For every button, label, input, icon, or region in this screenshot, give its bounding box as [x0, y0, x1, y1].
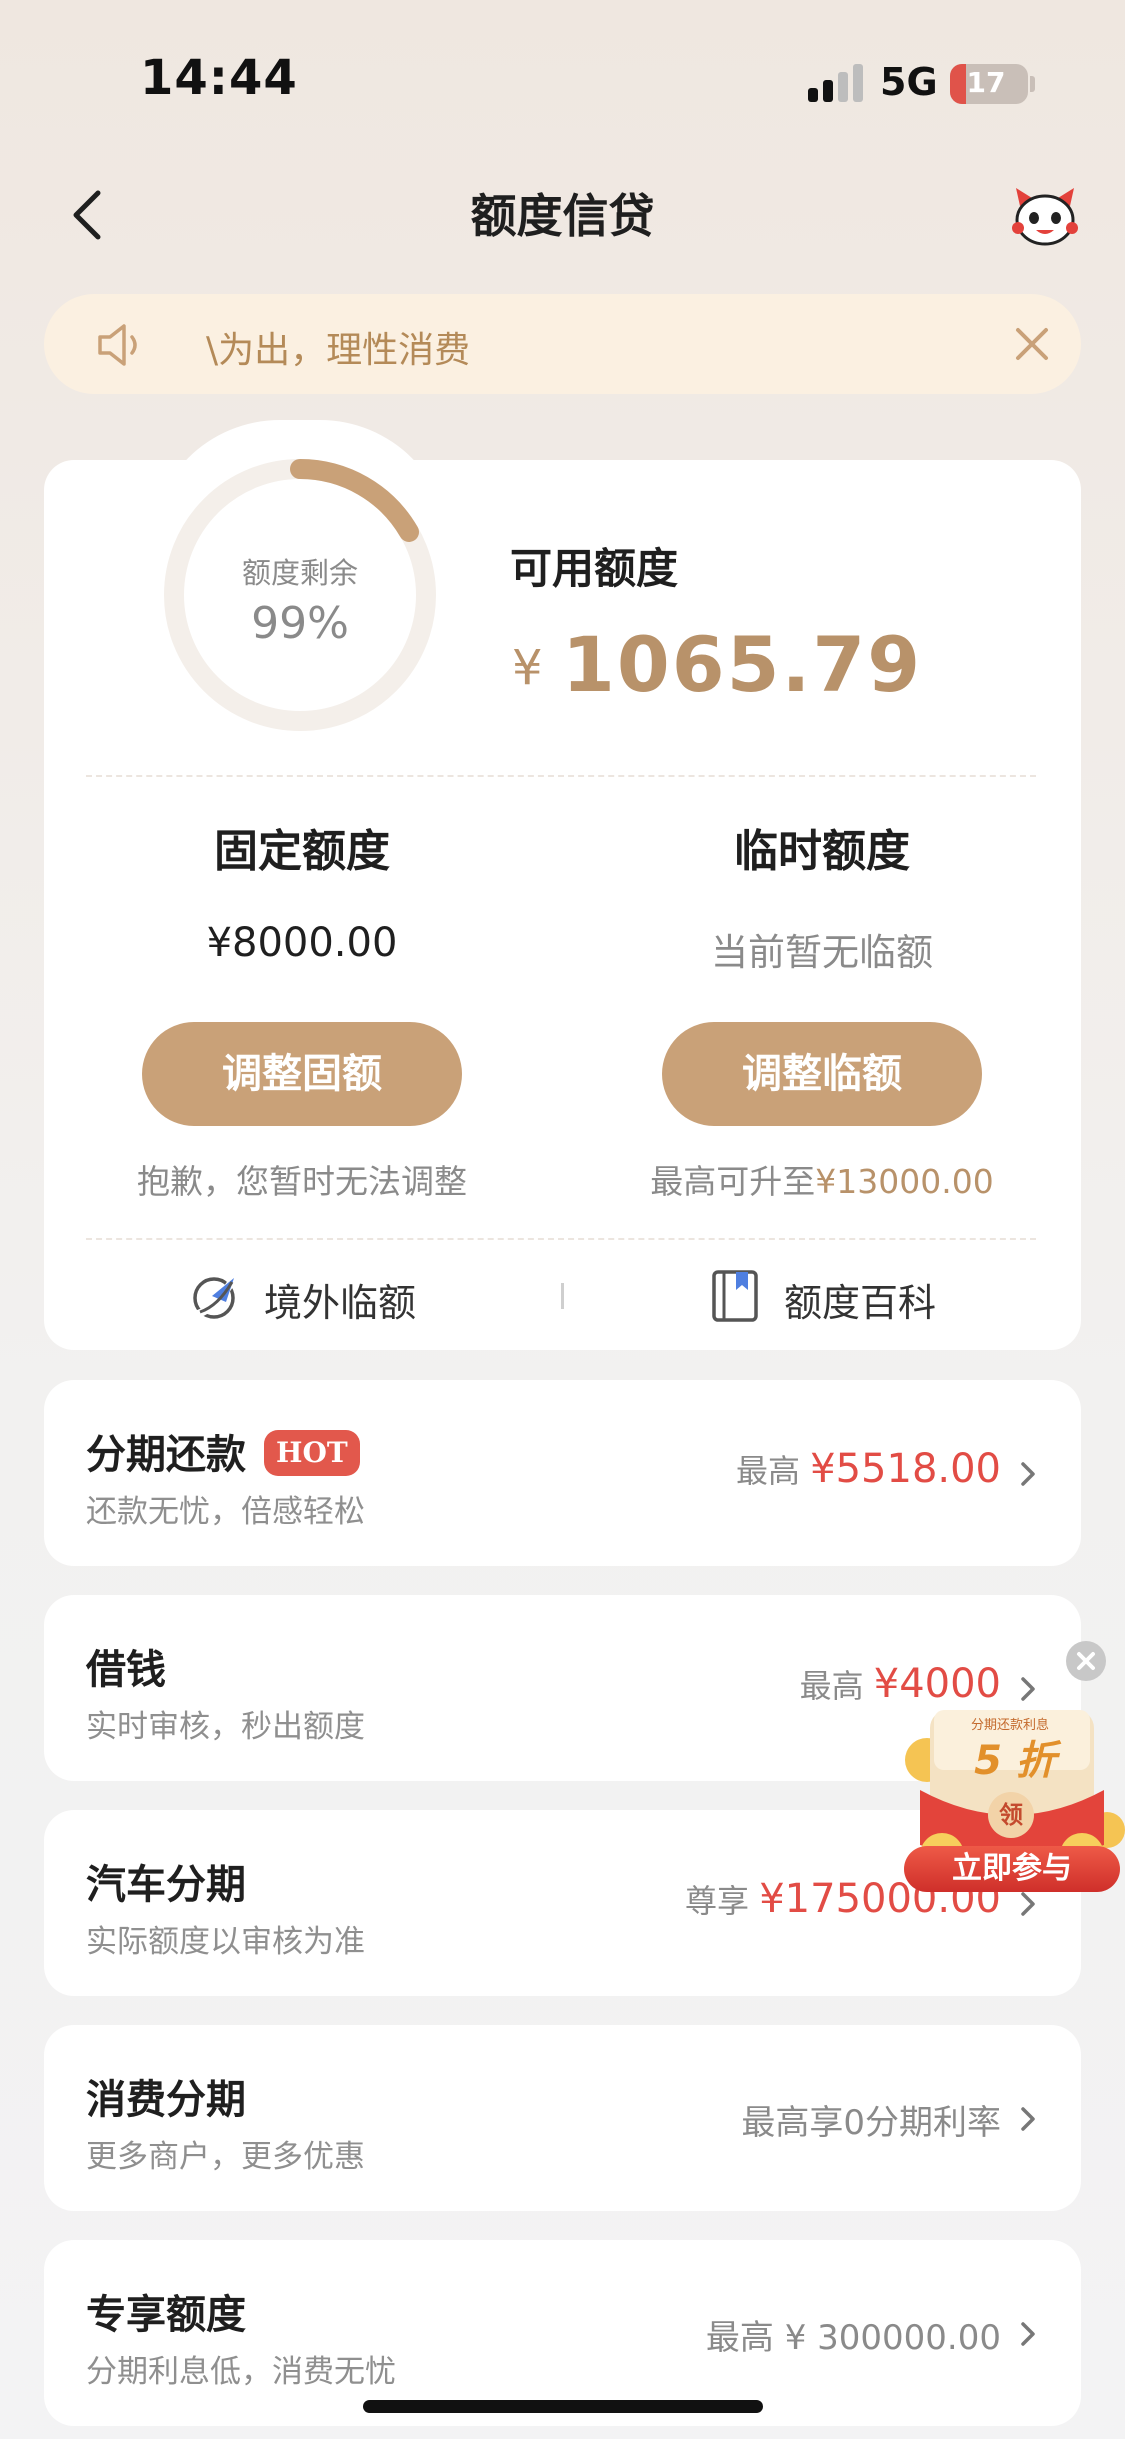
temp-limit-title: 临时额度 — [734, 826, 910, 877]
temp-limit-value: 当前暂无临额 — [711, 931, 933, 974]
list-item-title: 借钱 — [86, 1647, 166, 1693]
divider — [86, 775, 1036, 777]
status-time: 14:44 — [140, 50, 298, 106]
list-item-consumer-installment[interactable]: 消费分期 更多商户，更多优惠 最高享0分期利率 — [44, 2025, 1081, 2211]
chevron-right-icon — [1021, 2107, 1035, 2131]
list-item-title: 汽车分期 — [86, 1862, 246, 1908]
book-icon — [712, 1270, 758, 1322]
signal-icon — [808, 64, 864, 102]
list-item-title: 消费分期 — [86, 2077, 246, 2123]
amount-text: 最高 ¥ 300000.00 — [705, 2318, 1001, 2358]
overseas-limit-label: 境外临额 — [264, 1281, 417, 1325]
list-item-title: 分期还款 HOT — [86, 1422, 360, 1480]
promo-discount: 5 折 — [974, 1738, 1056, 1784]
notice-bar[interactable]: \为出，理性消费 — [44, 294, 1081, 394]
ring-label: 额度剩余 — [241, 556, 358, 590]
list-item-subtitle: 还款无忧，倍感轻松 — [86, 1494, 365, 1530]
list-item-subtitle: 实际额度以审核为准 — [86, 1924, 365, 1960]
divider — [86, 1238, 1036, 1240]
hot-badge: HOT — [264, 1430, 360, 1476]
fixed-limit-value: ¥8000.00 — [206, 920, 398, 966]
limit-wiki-label: 额度百科 — [784, 1281, 937, 1325]
list-item-subtitle: 更多商户，更多优惠 — [86, 2139, 365, 2175]
amount-prefix: 最高 — [799, 1667, 864, 1705]
temp-note-prefix: 最高可升至 — [650, 1162, 816, 1201]
network-label: 5G — [880, 60, 938, 104]
chevron-right-icon — [1021, 2322, 1035, 2346]
temp-note-amount: ¥13000.00 — [815, 1162, 994, 1201]
list-item-title: 专享额度 — [86, 2292, 246, 2338]
amount-prefix: 最高 — [735, 1452, 800, 1490]
close-icon[interactable] — [1010, 322, 1054, 366]
limit-wiki-link[interactable]: 额度百科 — [708, 1262, 968, 1332]
battery-level: 17 — [966, 66, 1006, 99]
fixed-limit-title: 固定额度 — [214, 826, 390, 877]
amount-value: ¥5518.00 — [810, 1446, 1001, 1492]
status-bar: 14:44 5G 17 — [0, 0, 1125, 160]
remaining-ring — [164, 459, 436, 731]
battery-icon: 17 — [950, 64, 1028, 104]
mascot-icon[interactable] — [1010, 184, 1080, 250]
list-item-installment-repay[interactable]: 分期还款 HOT 还款无忧，倍感轻松 最高 ¥5518.00 — [44, 1380, 1081, 1566]
page-title: 额度信贷 — [470, 189, 655, 243]
notice-text: \为出，理性消费 — [206, 330, 471, 371]
list-item-subtitle: 实时审核，秒出额度 — [86, 1709, 365, 1745]
join-now-button[interactable]: 立即参与 — [904, 1846, 1120, 1892]
available-currency: ¥ — [512, 640, 543, 696]
available-label: 可用额度 — [510, 544, 679, 593]
promo-close-button[interactable] — [1066, 1641, 1106, 1681]
promo-claim-icon: 领 — [988, 1792, 1034, 1838]
rate-text: 最高享0分期利率 — [741, 2103, 1001, 2143]
available-amount: 1065.79 — [562, 620, 923, 709]
adjust-fixed-button[interactable]: 调整固额 — [142, 1022, 462, 1126]
home-indicator[interactable] — [363, 2400, 763, 2413]
fixed-limit-note: 抱歉，您暂时无法调整 — [137, 1162, 467, 1201]
overseas-limit-link[interactable]: 境外临额 — [188, 1262, 448, 1332]
temp-limit-note: 最高可升至¥13000.00 — [562, 1155, 1082, 1203]
battery-tip — [1030, 76, 1035, 92]
list-item-subtitle: 分期利息低，消费无忧 — [86, 2354, 396, 2390]
ring-value: 99% — [251, 598, 349, 649]
list-item-title-text: 分期还款 — [86, 1432, 246, 1478]
link-divider — [561, 1283, 564, 1309]
amount-prefix: 尊享 — [685, 1882, 750, 1920]
close-icon — [1077, 1652, 1095, 1670]
adjust-temp-button[interactable]: 调整临额 — [662, 1022, 982, 1126]
plane-globe-icon — [193, 1275, 238, 1319]
list-item-exclusive-limit[interactable]: 专享额度 分期利息低，消费无忧 最高 ¥ 300000.00 — [44, 2240, 1081, 2426]
speaker-icon — [98, 324, 137, 366]
list-item-amount: 最高 ¥ 300000.00 — [706, 2310, 1001, 2359]
chevron-right-icon — [1021, 1462, 1035, 1486]
list-item-rate: 最高享0分期利率 — [741, 2095, 1001, 2144]
list-item-amount: 最高 ¥5518.00 — [736, 1446, 1001, 1492]
